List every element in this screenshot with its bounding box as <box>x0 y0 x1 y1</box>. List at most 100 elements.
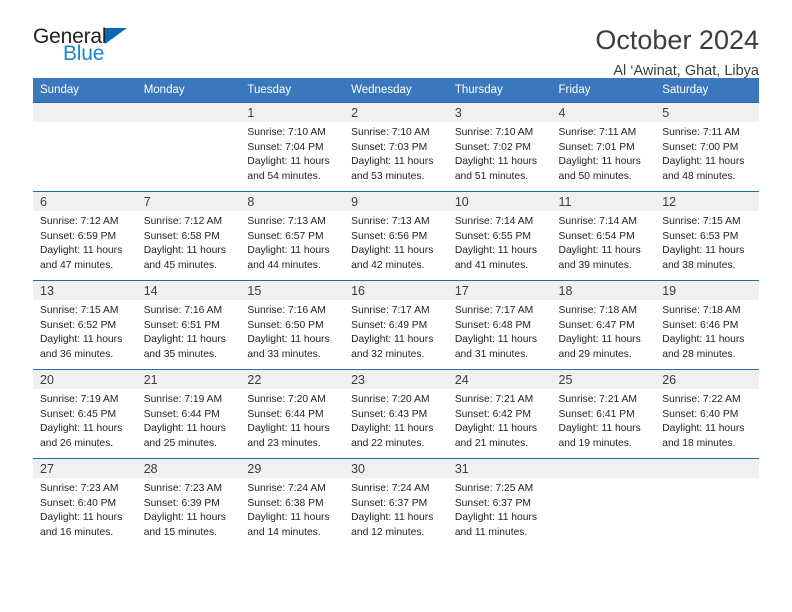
weekday-header-tuesday: Tuesday <box>240 78 345 103</box>
day-cell[interactable]: 18 Sunrise: 7:18 AM Sunset: 6:47 PM Dayl… <box>551 280 656 370</box>
sunrise-text: Sunrise: 7:13 AM <box>351 216 430 227</box>
sunrise-text: Sunrise: 7:23 AM <box>40 483 119 494</box>
day-number: 18 <box>551 281 656 300</box>
day-cell[interactable]: 17 Sunrise: 7:17 AM Sunset: 6:48 PM Dayl… <box>447 280 552 370</box>
calendar-header-row-group: Sunday Monday Tuesday Wednesday Thursday… <box>33 78 759 103</box>
day-cell[interactable]: 5 Sunrise: 7:11 AM Sunset: 7:00 PM Dayli… <box>655 102 759 192</box>
day-cell[interactable]: 2 Sunrise: 7:10 AM Sunset: 7:03 PM Dayli… <box>344 102 448 192</box>
daylight-text-line2: and 26 minutes. <box>40 437 114 449</box>
day-cell[interactable]: 26 Sunrise: 7:22 AM Sunset: 6:40 PM Dayl… <box>655 369 759 459</box>
day-cell[interactable]: 14 Sunrise: 7:16 AM Sunset: 6:51 PM Dayl… <box>136 280 241 370</box>
daylight-text-line2: and 47 minutes. <box>40 259 114 271</box>
sunset-text: Sunset: 6:58 PM <box>143 230 220 242</box>
day-cell[interactable] <box>33 102 137 192</box>
weekday-header-wednesday: Wednesday <box>344 78 448 103</box>
daylight-text-line1: Daylight: 11 hours <box>662 245 745 257</box>
day-number: 28 <box>136 459 241 478</box>
daylight-text-line1: Daylight: 11 hours <box>454 245 538 257</box>
day-number: 15 <box>240 281 345 300</box>
day-cell[interactable]: 9 Sunrise: 7:13 AM Sunset: 6:56 PM Dayli… <box>344 191 448 281</box>
day-cell[interactable]: 1 Sunrise: 7:10 AM Sunset: 7:04 PM Dayli… <box>240 102 345 192</box>
daylight-text-line2: and 12 minutes. <box>351 526 425 538</box>
day-number: 11 <box>551 192 656 211</box>
day-details: Sunrise: 7:11 AM Sunset: 7:00 PM Dayligh… <box>655 122 759 184</box>
day-cell[interactable]: 15 Sunrise: 7:16 AM Sunset: 6:50 PM Dayl… <box>240 280 345 370</box>
day-cell[interactable]: 6 Sunrise: 7:12 AM Sunset: 6:59 PM Dayli… <box>33 191 137 281</box>
week-row: 27 Sunrise: 7:23 AM Sunset: 6:40 PM Dayl… <box>33 458 759 548</box>
day-cell[interactable] <box>551 458 656 548</box>
sunset-text: Sunset: 6:59 PM <box>40 230 117 242</box>
daylight-text-line2: and 11 minutes. <box>454 526 528 538</box>
day-cell[interactable]: 20 Sunrise: 7:19 AM Sunset: 6:45 PM Dayl… <box>33 369 137 459</box>
sunset-text: Sunset: 7:01 PM <box>558 141 635 153</box>
sunrise-text: Sunrise: 7:20 AM <box>247 394 326 405</box>
sunset-text: Sunset: 7:03 PM <box>351 141 428 153</box>
daylight-text-line2: and 15 minutes. <box>143 526 217 538</box>
sunrise-text: Sunrise: 7:10 AM <box>454 127 534 138</box>
day-cell[interactable]: 24 Sunrise: 7:21 AM Sunset: 6:42 PM Dayl… <box>447 369 552 459</box>
sunset-text: Sunset: 6:54 PM <box>558 230 635 242</box>
day-cell[interactable]: 25 Sunrise: 7:21 AM Sunset: 6:41 PM Dayl… <box>551 369 656 459</box>
day-cell[interactable]: 19 Sunrise: 7:18 AM Sunset: 6:46 PM Dayl… <box>655 280 759 370</box>
day-number: 4 <box>551 103 656 122</box>
day-details: Sunrise: 7:18 AM Sunset: 6:47 PM Dayligh… <box>552 300 656 362</box>
page-header: General Blue October 2024 Al ‘Awinat, Gh… <box>0 0 792 78</box>
day-details: Sunrise: 7:24 AM Sunset: 6:37 PM Dayligh… <box>344 478 448 540</box>
day-number: 6 <box>33 192 137 211</box>
sunrise-text: Sunrise: 7:24 AM <box>247 483 326 494</box>
day-cell[interactable]: 16 Sunrise: 7:17 AM Sunset: 6:49 PM Dayl… <box>344 280 448 370</box>
daylight-text-line1: Daylight: 11 hours <box>143 334 226 346</box>
day-details: Sunrise: 7:15 AM Sunset: 6:52 PM Dayligh… <box>33 300 137 362</box>
day-cell[interactable] <box>136 102 241 192</box>
day-number <box>33 103 137 122</box>
day-details <box>137 122 241 126</box>
day-cell[interactable]: 29 Sunrise: 7:24 AM Sunset: 6:38 PM Dayl… <box>240 458 345 548</box>
sunset-text: Sunset: 6:45 PM <box>40 408 117 420</box>
day-cell[interactable]: 13 Sunrise: 7:15 AM Sunset: 6:52 PM Dayl… <box>33 280 137 370</box>
daylight-text-line2: and 45 minutes. <box>143 259 217 271</box>
day-cell[interactable]: 8 Sunrise: 7:13 AM Sunset: 6:57 PM Dayli… <box>240 191 345 281</box>
day-details: Sunrise: 7:21 AM Sunset: 6:42 PM Dayligh… <box>448 389 552 451</box>
day-number: 5 <box>655 103 759 122</box>
day-cell[interactable]: 3 Sunrise: 7:10 AM Sunset: 7:02 PM Dayli… <box>447 102 552 192</box>
day-cell[interactable]: 30 Sunrise: 7:24 AM Sunset: 6:37 PM Dayl… <box>344 458 448 548</box>
day-number: 26 <box>655 370 759 389</box>
day-details: Sunrise: 7:12 AM Sunset: 6:59 PM Dayligh… <box>33 211 137 273</box>
day-cell[interactable]: 7 Sunrise: 7:12 AM Sunset: 6:58 PM Dayli… <box>136 191 241 281</box>
sunrise-text: Sunrise: 7:18 AM <box>558 305 637 316</box>
day-details: Sunrise: 7:18 AM Sunset: 6:46 PM Dayligh… <box>655 300 759 362</box>
weekday-header-monday: Monday <box>136 78 241 103</box>
daylight-text-line2: and 51 minutes. <box>454 170 529 182</box>
day-number: 24 <box>447 370 552 389</box>
day-cell[interactable]: 31 Sunrise: 7:25 AM Sunset: 6:37 PM Dayl… <box>447 458 552 548</box>
calendar-container: Sunday Monday Tuesday Wednesday Thursday… <box>0 78 792 548</box>
day-number: 22 <box>240 370 345 389</box>
day-cell[interactable]: 11 Sunrise: 7:14 AM Sunset: 6:54 PM Dayl… <box>551 191 656 281</box>
sunrise-text: Sunrise: 7:10 AM <box>351 127 430 138</box>
logo-flag-icon <box>105 28 128 44</box>
daylight-text-line1: Daylight: 11 hours <box>40 334 123 346</box>
daylight-text-line2: and 35 minutes. <box>143 348 217 360</box>
day-number: 9 <box>344 192 448 211</box>
daylight-text-line2: and 39 minutes. <box>558 259 632 271</box>
day-cell[interactable]: 21 Sunrise: 7:19 AM Sunset: 6:44 PM Dayl… <box>136 369 241 459</box>
daylight-text-line2: and 44 minutes. <box>247 259 321 271</box>
sunrise-text: Sunrise: 7:21 AM <box>558 394 637 405</box>
day-number: 13 <box>33 281 137 300</box>
sunset-text: Sunset: 7:02 PM <box>454 141 531 153</box>
day-cell[interactable] <box>655 458 759 548</box>
day-cell[interactable]: 10 Sunrise: 7:14 AM Sunset: 6:55 PM Dayl… <box>447 191 552 281</box>
day-cell[interactable]: 28 Sunrise: 7:23 AM Sunset: 6:39 PM Dayl… <box>136 458 241 548</box>
day-cell[interactable]: 27 Sunrise: 7:23 AM Sunset: 6:40 PM Dayl… <box>33 458 137 548</box>
day-details <box>552 478 656 482</box>
daylight-text-line1: Daylight: 11 hours <box>351 245 434 257</box>
day-cell[interactable]: 4 Sunrise: 7:11 AM Sunset: 7:01 PM Dayli… <box>551 102 656 192</box>
day-details: Sunrise: 7:10 AM Sunset: 7:04 PM Dayligh… <box>240 122 344 184</box>
day-number <box>655 459 759 478</box>
sunrise-text: Sunrise: 7:19 AM <box>40 394 119 405</box>
daylight-text-line2: and 50 minutes. <box>558 170 632 182</box>
day-cell[interactable]: 22 Sunrise: 7:20 AM Sunset: 6:44 PM Dayl… <box>240 369 345 459</box>
day-cell[interactable]: 23 Sunrise: 7:20 AM Sunset: 6:43 PM Dayl… <box>344 369 448 459</box>
daylight-text-line2: and 21 minutes. <box>454 437 529 449</box>
day-cell[interactable]: 12 Sunrise: 7:15 AM Sunset: 6:53 PM Dayl… <box>655 191 759 281</box>
